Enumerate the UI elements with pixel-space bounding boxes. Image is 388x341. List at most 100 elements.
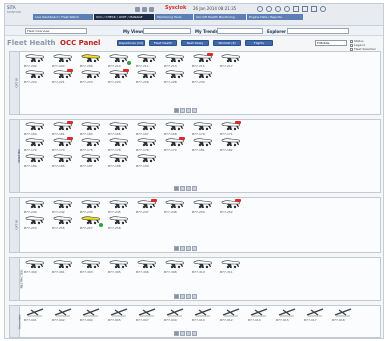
forward-icon[interactable] (142, 7, 147, 12)
aircraft-tile[interactable]: B77-311 (220, 259, 244, 275)
aircraft-tile[interactable]: B77-257 (80, 215, 104, 231)
page-button[interactable] (180, 108, 185, 113)
aircraft-tile[interactable]: B77-211 (136, 53, 160, 69)
refresh-icon[interactable] (149, 7, 154, 12)
aircraft-tile[interactable]: B77-184 (24, 153, 48, 169)
tab-4[interactable]: Engine Data / Reports (247, 14, 303, 20)
aircraft-tile[interactable]: B77-210 (108, 53, 132, 69)
settings-icon[interactable] (266, 6, 272, 12)
page-button[interactable] (174, 186, 179, 191)
alert-icon[interactable] (284, 6, 290, 12)
aircraft-tile[interactable]: B77-012 (220, 307, 244, 323)
aircraft-tile[interactable]: B77-224 (108, 69, 132, 85)
aircraft-tile[interactable]: B77-258 (108, 215, 132, 231)
aircraft-tile[interactable]: B77-015 (276, 307, 300, 323)
page-button[interactable] (186, 246, 191, 251)
page-button[interactable] (192, 246, 197, 251)
aircraft-tile[interactable]: B77-242 (52, 199, 76, 215)
aircraft-tile[interactable]: B77-171 (220, 121, 244, 137)
aircraft-tile[interactable]: B77-253 (24, 215, 48, 231)
view-select[interactable]: Fleet Overview (25, 28, 87, 34)
aircraft-tile[interactable]: B77-240 (24, 199, 48, 215)
action-button-4[interactable]: Flights (245, 40, 273, 46)
aircraft-tile[interactable]: B77-306 (136, 259, 160, 275)
logout-icon[interactable] (320, 6, 326, 12)
action-button-3[interactable]: Worklist (3) (213, 40, 241, 46)
aircraft-tile[interactable]: B77-217 (220, 53, 244, 69)
page-button[interactable] (180, 246, 185, 251)
aircraft-tile[interactable]: B77-250 (192, 199, 216, 215)
page-button[interactable] (186, 108, 191, 113)
aircraft-tile[interactable]: B77-168 (164, 121, 188, 137)
aircraft-tile[interactable]: B77-206 (80, 53, 104, 69)
aircraft-tile[interactable]: B77-221 (52, 69, 76, 85)
aircraft-tile[interactable]: B77-175 (80, 137, 104, 153)
fleet-select[interactable]: F:Mobile (315, 40, 347, 46)
print-icon[interactable] (293, 6, 299, 12)
aircraft-tile[interactable]: B77-017 (304, 307, 328, 323)
aircraft-tile[interactable]: B77-165 (108, 121, 132, 137)
window-icon[interactable] (311, 6, 317, 12)
page-button[interactable] (174, 294, 179, 299)
my-views-select[interactable] (143, 28, 191, 34)
aircraft-tile[interactable]: B77-300 (24, 259, 48, 275)
aircraft-tile[interactable]: B77-308 (164, 259, 188, 275)
aircraft-tile[interactable]: B77-181 (192, 137, 216, 153)
aircraft-tile[interactable]: B77-190 (136, 153, 160, 169)
action-button-2[interactable]: Next Delay (181, 40, 209, 46)
aircraft-tile[interactable]: B77-204 (52, 53, 76, 69)
tab-3[interactable]: Aircraft Health Monitoring (194, 14, 246, 20)
page-button[interactable] (174, 331, 179, 336)
user-icon[interactable] (275, 6, 281, 12)
aircraft-tile[interactable]: B77-230 (192, 69, 216, 85)
back-icon[interactable] (135, 7, 140, 12)
aircraft-tile[interactable]: B77-215 (192, 53, 216, 69)
aircraft-tile[interactable]: B77-002 (52, 307, 76, 323)
aircraft-tile[interactable]: B77-226 (136, 69, 160, 85)
page-button[interactable] (192, 294, 197, 299)
aircraft-tile[interactable]: B77-202 (24, 53, 48, 69)
export-icon[interactable] (302, 6, 308, 12)
aircraft-tile[interactable]: B77-010 (192, 307, 216, 323)
aircraft-tile[interactable]: B77-174 (52, 137, 76, 153)
aircraft-tile[interactable]: B77-163 (80, 121, 104, 137)
page-button[interactable] (186, 186, 191, 191)
aircraft-tile[interactable]: B77-245 (108, 199, 132, 215)
action-button-1[interactable]: Fleet Health (149, 40, 177, 46)
page-button[interactable] (192, 108, 197, 113)
aircraft-tile[interactable]: B77-187 (80, 153, 104, 169)
explorer-select[interactable] (287, 28, 349, 34)
aircraft-tile[interactable]: B77-243 (80, 199, 104, 215)
page-button[interactable] (192, 186, 197, 191)
aircraft-tile[interactable]: B77-252 (220, 199, 244, 215)
page-button[interactable] (186, 294, 191, 299)
page-button[interactable] (180, 186, 185, 191)
aircraft-tile[interactable]: B77-014 (248, 307, 272, 323)
aircraft-tile[interactable]: B77-182 (220, 137, 244, 153)
tab-2[interactable]: Monitoring Tools (155, 14, 193, 20)
aircraft-tile[interactable]: B77-001 (24, 307, 48, 323)
aircraft-tile[interactable]: B77-176 (108, 137, 132, 153)
aircraft-tile[interactable]: B77-178 (136, 137, 160, 153)
aircraft-tile[interactable]: B77-160 (24, 121, 48, 137)
aircraft-tile[interactable]: B77-305 (108, 259, 132, 275)
aircraft-tile[interactable]: B77-172 (24, 137, 48, 153)
aircraft-tile[interactable]: B77-213 (164, 53, 188, 69)
aircraft-tile[interactable]: B77-310 (192, 259, 216, 275)
aircraft-tile[interactable]: B77-004 (80, 307, 104, 323)
help-icon[interactable] (257, 6, 263, 12)
tab-1[interactable]: OCC / CHECK / LIMIT / MANAGE (94, 14, 154, 20)
aircraft-tile[interactable]: B77-009 (164, 307, 188, 323)
aircraft-tile[interactable]: B77-170 (192, 121, 216, 137)
aircraft-tile[interactable]: B77-248 (164, 199, 188, 215)
aircraft-tile[interactable]: B77-188 (108, 153, 132, 169)
action-button-0[interactable]: Departures (14) (117, 40, 145, 46)
aircraft-tile[interactable]: B77-161 (52, 121, 76, 137)
checkbox-icon[interactable] (350, 39, 353, 43)
page-button[interactable] (180, 294, 185, 299)
aircraft-tile[interactable]: B77-247 (136, 199, 160, 215)
page-button[interactable] (186, 331, 191, 336)
tab-0[interactable]: Live Dashboard / Fleet Watch (33, 14, 93, 20)
checkbox-icon[interactable] (350, 43, 353, 47)
page-button[interactable] (192, 331, 197, 336)
